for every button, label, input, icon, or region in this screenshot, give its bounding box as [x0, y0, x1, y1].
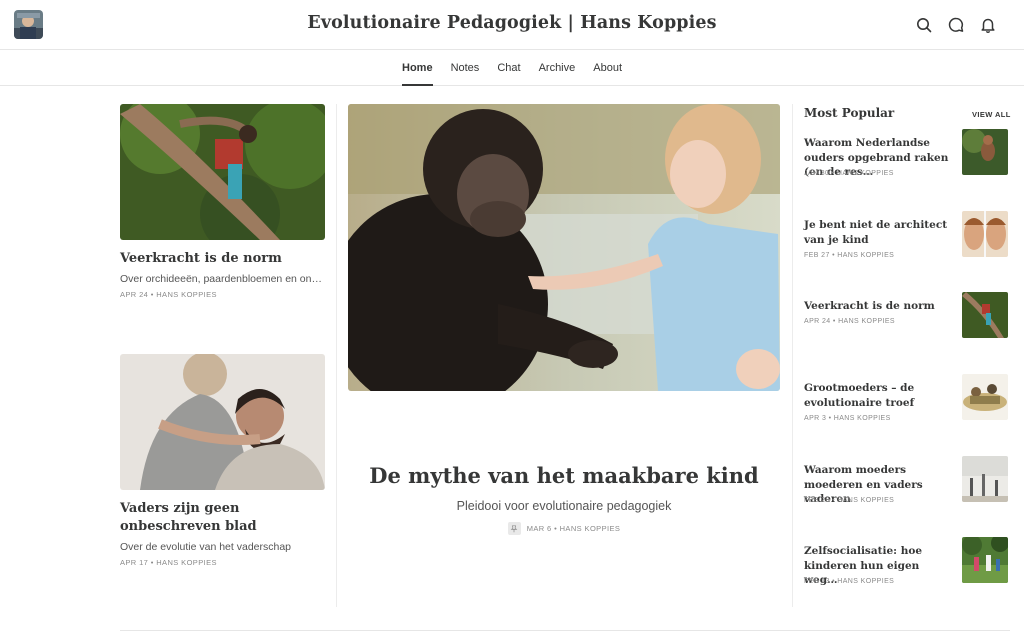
site-title[interactable]: Evolutionaire Pedagogiek | Hans Koppies	[0, 13, 1024, 33]
search-icon[interactable]	[915, 16, 933, 34]
popular-item-title[interactable]: Grootmoeders – de evolutionaire troef	[804, 381, 954, 410]
tab-archive[interactable]: Archive	[530, 51, 585, 86]
column-divider	[336, 104, 337, 607]
post-card[interactable]: Veerkracht is de norm Over orchideeën, p…	[120, 104, 325, 299]
popular-item-thumbnail[interactable]	[962, 456, 1008, 502]
post-meta: APR 17 • HANS KOPPIES	[120, 558, 217, 567]
featured-image[interactable]	[348, 104, 780, 391]
tab-about[interactable]: About	[584, 51, 631, 86]
pin-icon	[507, 522, 521, 535]
post-title[interactable]: Veerkracht is de norm	[120, 250, 325, 268]
popular-item-meta: JAN 30 • HANS KOPPIES	[804, 170, 894, 177]
post-card[interactable]: Vaders zijn geen onbeschreven blad Over …	[120, 354, 325, 567]
popular-item-title[interactable]: Je bent niet de architect van je kind	[804, 218, 954, 247]
chat-icon[interactable]	[947, 16, 965, 34]
featured-meta-text: MAR 6 • HANS KOPPIES	[526, 524, 621, 533]
featured-subtitle: Pleidooi voor evolutionaire pedagogiek	[456, 499, 672, 513]
nav-bar: Home Notes Chat Archive About	[0, 51, 1024, 86]
popular-item-thumbnail[interactable]	[962, 537, 1008, 583]
popular-item-meta: FEB 13 • HANS KOPPIES	[804, 578, 895, 585]
most-popular-heading: Most Popular	[804, 106, 895, 120]
popular-item-thumbnail[interactable]	[962, 374, 1008, 420]
bell-icon[interactable]	[979, 16, 997, 34]
footer-divider	[120, 630, 1010, 631]
popular-item-thumbnail[interactable]	[962, 211, 1008, 257]
top-bar: Evolutionaire Pedagogiek | Hans Koppies	[0, 0, 1024, 50]
post-meta: APR 24 • HANS KOPPIES	[120, 290, 217, 299]
featured-meta: MAR 6 • HANS KOPPIES	[348, 522, 780, 535]
tab-chat[interactable]: Chat	[488, 51, 529, 86]
tab-notes[interactable]: Notes	[442, 51, 489, 86]
post-image[interactable]	[120, 104, 325, 240]
popular-item-thumbnail[interactable]	[962, 129, 1008, 175]
popular-item-meta: FEB 27 • HANS KOPPIES	[804, 252, 895, 259]
popular-item-meta: APR 3 • HANS KOPPIES	[804, 415, 891, 422]
popular-item-meta: FEB 20 • HANS KOPPIES	[804, 497, 895, 504]
post-subtitle: Over de evolutie van het vaderschap	[120, 541, 292, 553]
post-title[interactable]: Vaders zijn geen onbeschreven blad	[120, 500, 325, 536]
tab-home[interactable]: Home	[393, 51, 442, 86]
popular-item-thumbnail[interactable]	[962, 292, 1008, 338]
column-divider	[792, 104, 793, 607]
view-all-link[interactable]: VIEW ALL	[972, 110, 1011, 119]
nav-tabs: Home Notes Chat Archive About	[0, 51, 1024, 86]
popular-item-title[interactable]: Veerkracht is de norm	[804, 299, 954, 314]
post-subtitle: Over orchideeën, paardenbloemen en onze…	[120, 273, 325, 285]
popular-item-meta: APR 24 • HANS KOPPIES	[804, 318, 895, 325]
post-image[interactable]	[120, 354, 325, 490]
featured-title[interactable]: De mythe van het maakbare kind	[348, 463, 780, 488]
